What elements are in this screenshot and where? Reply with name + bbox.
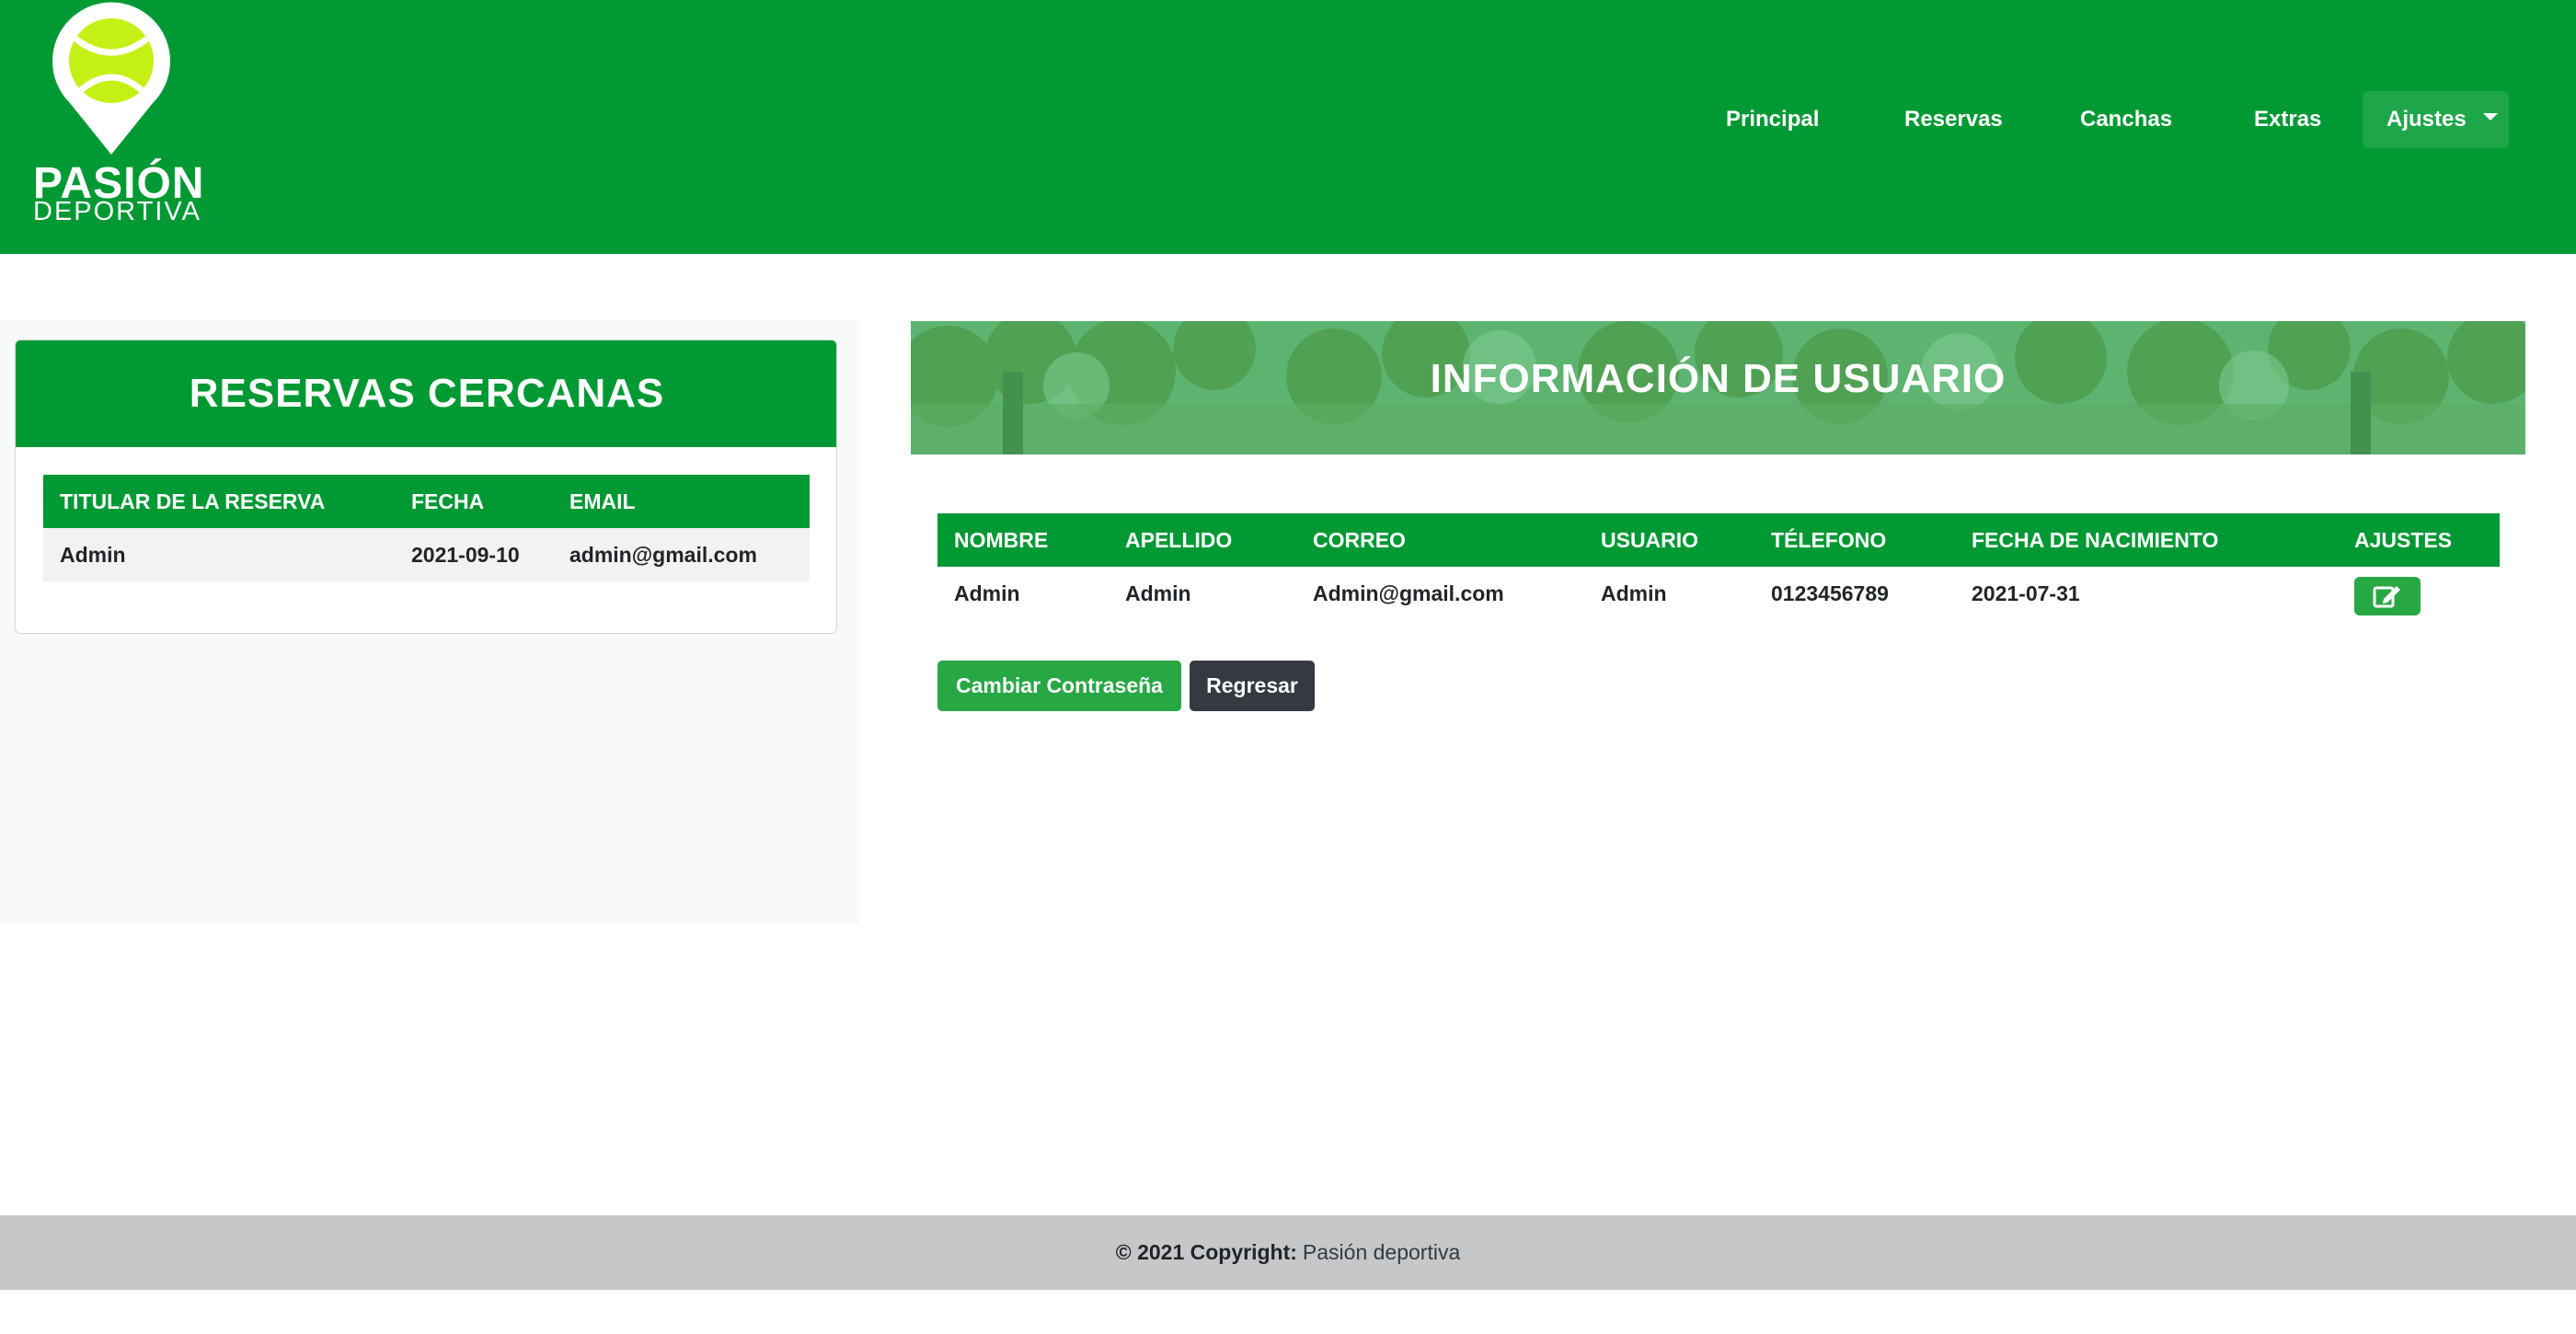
- change-password-button[interactable]: Cambiar Contraseña: [937, 661, 1181, 711]
- column-header: EMAIL: [553, 475, 810, 528]
- table-cell: Admin@gmail.com: [1296, 567, 1584, 620]
- edit-user-button[interactable]: [2354, 577, 2421, 615]
- ajustes-dropdown-button[interactable]: Ajustes: [2363, 91, 2509, 148]
- footer-link[interactable]: Pasión deportiva: [1303, 1240, 1460, 1265]
- ajustes-label: Ajustes: [2386, 107, 2467, 132]
- column-header: USUARIO: [1584, 513, 1754, 567]
- nav-link-extras[interactable]: Extras: [2254, 101, 2321, 138]
- table-cell: admin@gmail.com: [553, 528, 810, 581]
- table-cell: 2021-07-31: [1955, 567, 2338, 620]
- table-cell: Admin: [937, 567, 1109, 620]
- caret-down-icon: [2482, 113, 2498, 121]
- nav-link-principal[interactable]: Principal: [1726, 101, 1819, 138]
- table-cell: Admin: [1109, 567, 1296, 620]
- reservas-card-title: RESERVAS CERCANAS: [16, 340, 836, 447]
- table-cell: 0123456789: [1754, 567, 1955, 620]
- reservas-table-header: TITULAR DE LA RESERVA FECHA EMAIL: [43, 475, 810, 528]
- table-cell: Admin: [43, 528, 395, 581]
- reservas-table: TITULAR DE LA RESERVA FECHA EMAIL Admin …: [43, 475, 810, 581]
- table-cell-actions: [2338, 567, 2500, 620]
- column-header: TITULAR DE LA RESERVA: [43, 475, 395, 528]
- table-row: Admin 2021-09-10 admin@gmail.com: [43, 528, 810, 581]
- column-header: APELLIDO: [1109, 513, 1296, 567]
- column-header: FECHA: [395, 475, 553, 528]
- column-header: NOMBRE: [937, 513, 1109, 567]
- user-table-header: NOMBRE APELLIDO CORREO USUARIO TÉLEFONO …: [937, 513, 2500, 567]
- table-row: Admin Admin Admin@gmail.com Admin 012345…: [937, 567, 2500, 620]
- user-info-table: NOMBRE APELLIDO CORREO USUARIO TÉLEFONO …: [937, 513, 2500, 620]
- user-info-title: INFORMACIÓN DE USUARIO: [1430, 356, 2007, 401]
- footer-copyright: © 2021 Copyright:: [1115, 1240, 1297, 1264]
- back-button[interactable]: Regresar: [1190, 661, 1315, 711]
- brand-subtitle: DEPORTIVA: [33, 197, 201, 226]
- brand-logo[interactable]: PASIÓN DEPORTIVA: [33, 0, 203, 230]
- column-header: AJUSTES: [2338, 513, 2500, 567]
- footer: © 2021 Copyright: Pasión deportiva: [0, 1215, 2576, 1290]
- navbar: PASIÓN DEPORTIVA Principal Reservas Canc…: [0, 0, 2576, 254]
- user-info-banner: INFORMACIÓN DE USUARIO: [911, 321, 2525, 454]
- table-cell: 2021-09-10: [395, 528, 553, 581]
- nav-link-canchas[interactable]: Canchas: [2080, 101, 2172, 138]
- tennis-ball-pin-icon: [52, 2, 170, 155]
- column-header: CORREO: [1296, 513, 1584, 567]
- table-cell: Admin: [1584, 567, 1754, 620]
- column-header: FECHA DE NACIMIENTO: [1955, 513, 2338, 567]
- nav-link-reservas[interactable]: Reservas: [1904, 101, 2003, 138]
- edit-icon: [2373, 586, 2400, 608]
- column-header: TÉLEFONO: [1754, 513, 1955, 567]
